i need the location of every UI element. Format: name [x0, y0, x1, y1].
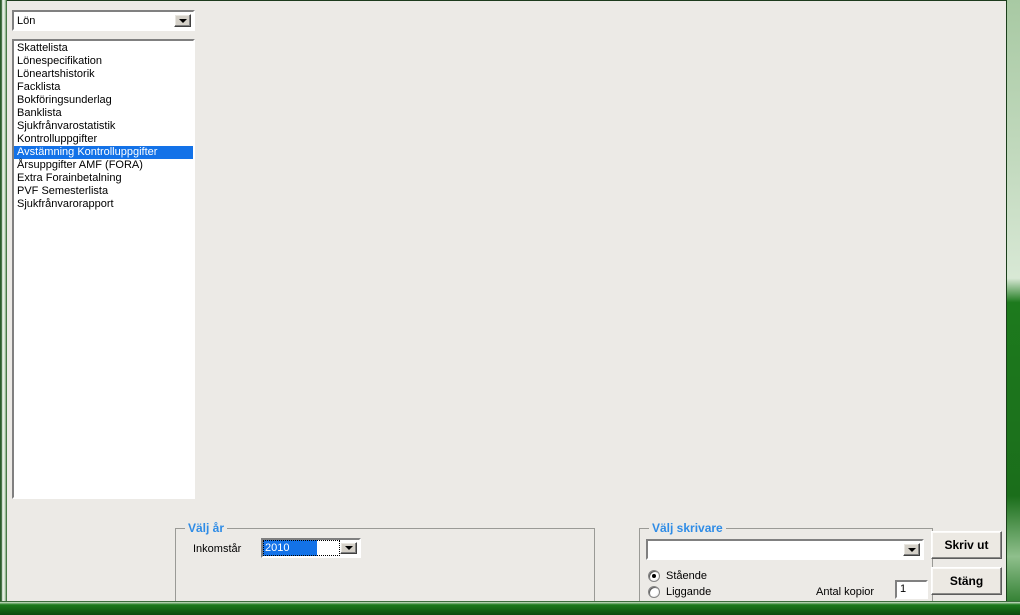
list-item[interactable]: Kontrolluppgifter: [14, 133, 193, 146]
orientation-landscape-radio[interactable]: Liggande: [648, 585, 711, 599]
chevron-down-icon: [344, 546, 353, 550]
income-year-value: 2010: [263, 540, 318, 556]
list-item-selected[interactable]: Avstämning Kontrolluppgifter: [14, 146, 193, 159]
orientation-landscape-label: Liggande: [666, 586, 712, 598]
chevron-down-icon: [178, 18, 187, 23]
year-groupbox-legend: Välj år: [185, 521, 228, 535]
year-groupbox: Välj år Inkomstår 2010: [175, 521, 595, 603]
client-area: Lön Skattelista Lönespecifikation Lönear…: [7, 1, 1006, 603]
radio-unselected-icon: [648, 586, 660, 598]
printer-groupbox-legend: Välj skrivare: [649, 521, 726, 535]
module-selector-combo[interactable]: Lön: [12, 10, 195, 31]
copies-input[interactable]: 1: [895, 580, 928, 599]
copies-label: Antal kopior: [816, 586, 875, 598]
module-selector-dropdown-button[interactable]: [174, 14, 191, 27]
list-item[interactable]: Skattelista: [14, 42, 193, 55]
report-listbox[interactable]: Skattelista Lönespecifikation Löneartshi…: [12, 39, 195, 499]
list-item[interactable]: PVF Semesterlista: [14, 185, 193, 198]
list-item[interactable]: Lönespecifikation: [14, 55, 193, 68]
close-button[interactable]: Stäng: [931, 567, 1002, 595]
chevron-down-icon: [907, 547, 916, 552]
list-item[interactable]: Sjukfrånvarorapport: [14, 198, 193, 211]
list-item[interactable]: Extra Forainbetalning: [14, 172, 193, 185]
income-year-value-wrap: 2010: [263, 540, 340, 556]
window-border-left: [0, 0, 7, 605]
list-item[interactable]: Facklista: [14, 81, 193, 94]
list-item[interactable]: Löneartshistorik: [14, 68, 193, 81]
income-year-combo[interactable]: 2010: [261, 538, 361, 558]
printer-selector-dropdown-button[interactable]: [903, 543, 920, 556]
printer-selector-combo[interactable]: [646, 539, 924, 560]
list-item[interactable]: Bokföringsunderlag: [14, 94, 193, 107]
list-item[interactable]: Sjukfrånvarostatistik: [14, 120, 193, 133]
printer-groupbox: Välj skrivare Stående Liggande Antal kop…: [639, 521, 933, 603]
radio-selected-icon: [648, 570, 660, 582]
module-selector-value: Lön: [17, 14, 36, 27]
income-year-label: Inkomstår: [193, 543, 242, 555]
window-border-right: [1006, 0, 1020, 605]
application-window: Lön Skattelista Lönespecifikation Lönear…: [0, 0, 1020, 615]
print-button[interactable]: Skriv ut: [931, 531, 1002, 559]
orientation-portrait-radio[interactable]: Stående: [648, 569, 707, 583]
orientation-portrait-label: Stående: [666, 570, 707, 582]
list-item[interactable]: Årsuppgifter AMF (FORA): [14, 159, 193, 172]
income-year-dropdown-button[interactable]: [340, 542, 357, 554]
window-border-bottom: [0, 601, 1020, 615]
list-item[interactable]: Banklista: [14, 107, 193, 120]
